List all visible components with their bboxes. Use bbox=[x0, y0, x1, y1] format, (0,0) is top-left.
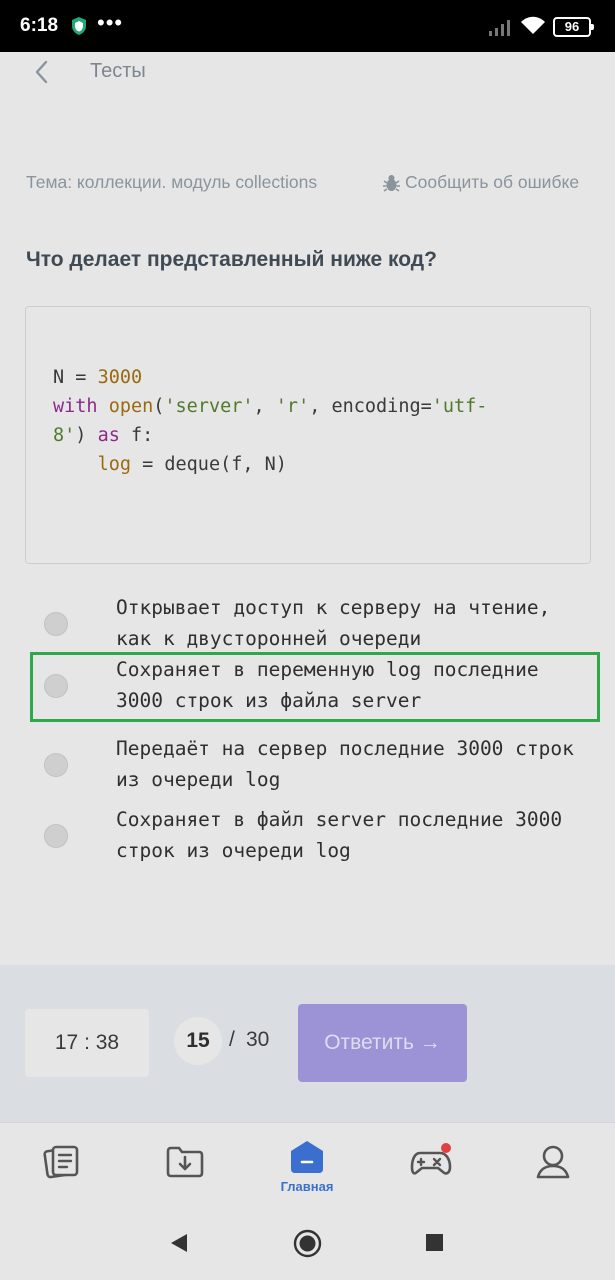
answer-button[interactable]: Ответить → bbox=[298, 1004, 467, 1082]
radio-button[interactable] bbox=[44, 824, 68, 848]
report-error-link[interactable]: Сообщить об ошибке bbox=[382, 172, 579, 193]
code-block: N = 3000 with open('server', 'r', encodi… bbox=[25, 306, 591, 564]
games-controller-icon[interactable] bbox=[410, 1141, 454, 1181]
question-text: Что делает представленный ниже код? bbox=[26, 248, 437, 271]
radio-button[interactable] bbox=[44, 674, 68, 698]
home-icon bbox=[291, 1141, 323, 1173]
battery-level: 96 bbox=[564, 19, 580, 34]
option-text: Сохраняет в файл server последние 3000 с… bbox=[116, 808, 563, 862]
app-header: Тесты bbox=[0, 52, 615, 92]
profile-icon[interactable] bbox=[533, 1141, 573, 1181]
answer-option[interactable]: Передаёт на сервер последние 3000 строк … bbox=[30, 731, 600, 801]
status-time: 6:18 bbox=[20, 15, 59, 36]
shield-icon bbox=[72, 17, 86, 35]
answer-option[interactable]: Открывает доступ к серверу на чтение, ка… bbox=[30, 590, 600, 660]
report-error-label: Сообщить об ошибке bbox=[405, 172, 580, 192]
radio-button[interactable] bbox=[44, 753, 68, 777]
answer-option-selected[interactable]: Сохраняет в переменную log последние 300… bbox=[30, 652, 600, 722]
page-separator: / bbox=[229, 1028, 235, 1051]
more-notifications-icon: ••• bbox=[97, 10, 124, 35]
back-arrow-icon[interactable] bbox=[32, 58, 52, 86]
topic-label: Тема: коллекции. модуль collections bbox=[26, 172, 318, 192]
option-text: Передаёт на сервер последние 3000 строк … bbox=[116, 737, 574, 791]
nav-home[interactable]: Главная bbox=[278, 1139, 336, 1197]
bottom-navigation: Главная bbox=[0, 1122, 615, 1206]
system-back-icon[interactable] bbox=[168, 1232, 190, 1254]
timer: 17 : 38 bbox=[25, 1009, 149, 1077]
current-question-number: 15 bbox=[174, 1017, 222, 1065]
status-bar: 6:18 ••• 96 bbox=[0, 0, 615, 52]
code-content: N = 3000 with open('server', 'r', encodi… bbox=[53, 367, 488, 475]
system-navigation bbox=[0, 1206, 615, 1280]
radio-button[interactable] bbox=[44, 612, 68, 636]
bug-icon bbox=[383, 174, 400, 192]
option-text: Открывает доступ к серверу на чтение, ка… bbox=[116, 596, 551, 650]
page-title: Тесты bbox=[90, 60, 146, 82]
articles-icon[interactable] bbox=[42, 1141, 82, 1181]
system-home-icon[interactable] bbox=[293, 1229, 322, 1258]
system-recents-icon[interactable] bbox=[425, 1233, 444, 1252]
wifi-icon bbox=[521, 16, 545, 34]
quiz-controls: 17 : 38 15 / 30 Ответить → bbox=[0, 965, 615, 1122]
battery-icon: 96 bbox=[553, 17, 594, 37]
downloads-folder-icon[interactable] bbox=[165, 1141, 205, 1181]
nav-home-label: Главная bbox=[280, 1179, 334, 1194]
total-questions: 30 bbox=[246, 1028, 270, 1051]
signal-icon bbox=[489, 20, 510, 36]
answer-option[interactable]: Сохраняет в файл server последние 3000 с… bbox=[30, 802, 600, 872]
option-text: Сохраняет в переменную log последние 300… bbox=[116, 658, 539, 712]
